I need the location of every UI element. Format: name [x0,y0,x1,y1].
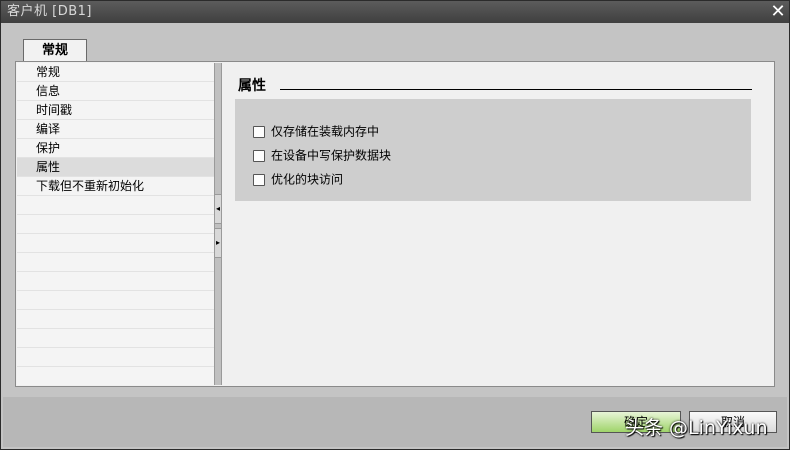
nav-item-information[interactable]: 信息 [17,82,214,101]
close-icon[interactable]: ✕ [769,3,787,21]
nav-empty-row [17,253,214,272]
nav-item-timestamps[interactable]: 时间戳 [17,101,214,120]
nav-item-protection[interactable]: 保护 [17,139,214,158]
option-label: 在设备中写保护数据块 [271,148,392,163]
nav-empty-row [17,329,214,348]
option-label: 优化的块访问 [271,172,344,187]
expand-right-icon[interactable]: ▸ [215,228,221,258]
option-write-protect[interactable]: 在设备中写保护数据块 [253,147,391,165]
nav-item-attributes[interactable]: 属性 [17,158,214,177]
option-optimized-access[interactable]: 优化的块访问 [253,171,343,189]
nav-item-compile[interactable]: 编译 [17,120,214,139]
nav-empty-row [17,310,214,329]
nav-item-general[interactable]: 常规 [17,63,214,82]
section-divider [280,89,752,90]
nav-item-download-without-reinit[interactable]: 下载但不重新初始化 [17,177,214,196]
option-label: 仅存储在装载内存中 [271,124,380,139]
title-bar[interactable]: 客户机 [DB1] ✕ [1,1,789,23]
nav-empty-row [17,291,214,310]
cancel-button[interactable]: 取消 [689,411,777,433]
checkbox[interactable] [253,149,265,162]
dialog-window: 客户机 [DB1] ✕ 常规 常规 信息 时间戳 编译 保护 属性 下载但不重新… [0,0,790,450]
checkbox[interactable] [253,173,265,186]
checkbox[interactable] [253,125,265,138]
content-area: 常规 信息 时间戳 编译 保护 属性 下载但不重新初始化 ◂ ▸ 属性 仅存储在… [15,61,775,387]
section-title: 属性 [238,78,266,94]
nav-empty-row [17,234,214,253]
collapse-left-icon[interactable]: ◂ [215,194,221,224]
nav-empty-row [17,215,214,234]
nav-empty-row [17,196,214,215]
tab-strip: 常规 [1,23,789,62]
tab-general[interactable]: 常规 [23,39,87,62]
nav-tree: 常规 信息 时间戳 编译 保护 属性 下载但不重新初始化 [17,63,214,385]
properties-panel: 属性 仅存储在装载内存中 在设备中写保护数据块 优化的块访问 [222,63,773,385]
nav-empty-row [17,348,214,367]
ok-button[interactable]: 确定 [591,411,681,433]
window-title: 客户机 [DB1] [7,4,92,19]
splitter[interactable]: ◂ ▸ [214,63,222,385]
options-group: 仅存储在装载内存中 在设备中写保护数据块 优化的块访问 [235,99,751,201]
option-load-memory-only[interactable]: 仅存储在装载内存中 [253,123,379,141]
button-bar: 确定 取消 [1,387,789,449]
nav-empty-row [17,272,214,291]
